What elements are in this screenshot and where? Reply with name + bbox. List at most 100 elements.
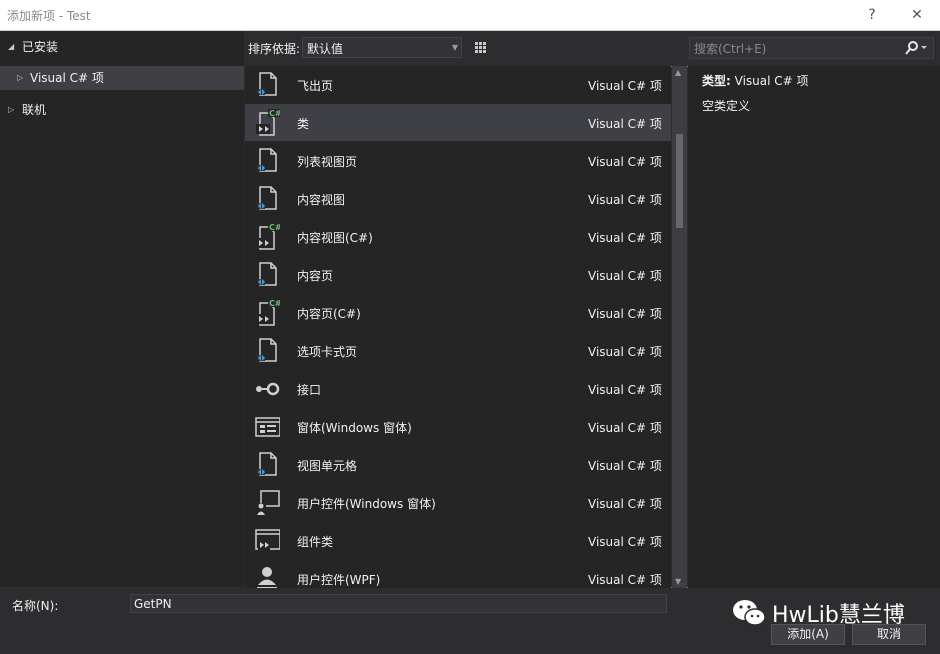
csharp-class-icon: C# xyxy=(254,109,282,137)
type-value: Visual C# 项 xyxy=(734,74,809,88)
grid-view-icon xyxy=(475,42,486,53)
item-name: 列表视图页 xyxy=(297,155,358,169)
list-item[interactable]: 飞出页 Visual C# 项 xyxy=(245,66,671,103)
add-button[interactable]: 添加(A) xyxy=(771,624,845,645)
user-control-wpf-icon xyxy=(254,565,280,588)
item-description: 空类定义 xyxy=(702,99,751,113)
item-category: Visual C# 项 xyxy=(588,383,662,397)
item-name: 视图单元格 xyxy=(297,459,358,473)
item-category: Visual C# 项 xyxy=(588,497,662,511)
tree-item-installed[interactable]: ◢ 已安装 xyxy=(0,35,244,59)
windows-form-icon xyxy=(254,413,281,441)
sort-dropdown[interactable]: 默认值 ▼ xyxy=(302,37,462,58)
item-category: Visual C# 项 xyxy=(588,269,662,283)
component-class-icon xyxy=(254,527,281,555)
interface-icon xyxy=(254,375,280,403)
tree-item-visual-csharp[interactable]: ▷ Visual C# 项 xyxy=(0,66,244,90)
item-name: 内容视图 xyxy=(297,193,346,207)
item-category: Visual C# 项 xyxy=(588,345,662,359)
item-category: Visual C# 项 xyxy=(588,421,662,435)
item-name: 用户控件(WPF) xyxy=(297,573,381,587)
item-name: 内容页(C#) xyxy=(297,307,361,321)
item-name: 内容页 xyxy=(297,269,334,283)
xaml-page-icon xyxy=(254,71,280,99)
list-item[interactable]: C# 内容页(C#) Visual C# 项 xyxy=(245,294,671,331)
item-category: Visual C# 项 xyxy=(588,459,662,473)
cancel-button[interactable]: 取消 xyxy=(852,624,926,645)
details-panel: 类型: Visual C# 项 空类定义 xyxy=(688,66,940,588)
list-item[interactable]: 组件类 Visual C# 项 xyxy=(245,522,671,559)
type-label: 类型: xyxy=(702,74,731,88)
item-category: Visual C# 项 xyxy=(588,117,662,131)
list-item[interactable]: 视图单元格 Visual C# 项 xyxy=(245,446,671,483)
csharp-class-icon: C# xyxy=(254,299,282,327)
search-box xyxy=(689,37,934,60)
item-name: 内容视图(C#) xyxy=(297,231,373,245)
type-line: 类型: Visual C# 项 xyxy=(702,72,809,89)
item-category: Visual C# 项 xyxy=(588,193,662,207)
search-input[interactable] xyxy=(690,38,906,60)
list-item[interactable]: 接口 Visual C# 项 xyxy=(245,370,671,407)
list-item[interactable]: 内容页 Visual C# 项 xyxy=(245,256,671,293)
search-icon xyxy=(905,41,927,55)
list-item[interactable]: 选项卡式页 Visual C# 项 xyxy=(245,332,671,369)
item-category: Visual C# 项 xyxy=(588,231,662,245)
search-button[interactable] xyxy=(903,39,929,57)
item-category: Visual C# 项 xyxy=(588,155,662,169)
grid-view-button[interactable] xyxy=(470,37,491,58)
title-bar: 添加新项 - Test ? ✕ xyxy=(0,0,940,31)
item-name: 类 xyxy=(297,117,310,131)
csharp-class-icon: C# xyxy=(254,223,282,251)
svg-text:C#: C# xyxy=(269,299,280,308)
tree-item-label: 已安装 xyxy=(22,40,59,54)
name-label: 名称(N): xyxy=(12,599,59,613)
user-control-icon xyxy=(254,489,280,517)
template-list: 飞出页Visual C# 项C#类Visual C# 项列表视图页Visual … xyxy=(245,66,671,588)
item-category: Visual C# 项 xyxy=(588,535,662,549)
list-item[interactable]: C# 内容视图(C#) Visual C# 项 xyxy=(245,218,671,255)
window-title: 添加新项 - Test xyxy=(7,9,91,23)
svg-text:C#: C# xyxy=(269,223,280,232)
item-name: 组件类 xyxy=(297,535,334,549)
name-input[interactable] xyxy=(130,594,667,613)
xaml-page-icon xyxy=(254,451,280,479)
item-name: 用户控件(Windows 窗体) xyxy=(297,497,436,511)
item-name: 窗体(Windows 窗体) xyxy=(297,421,412,435)
expanded-arrow-icon[interactable]: ◢ xyxy=(8,35,14,59)
list-item[interactable]: 用户控件(Windows 窗体) Visual C# 项 xyxy=(245,484,671,521)
item-category: Visual C# 项 xyxy=(588,573,662,587)
scrollbar-thumb[interactable] xyxy=(676,134,683,228)
list-item[interactable]: C# 类 Visual C# 项 xyxy=(245,104,671,141)
svg-text:C#: C# xyxy=(269,109,280,118)
scroll-up-arrow-icon[interactable]: ▲ xyxy=(675,68,681,77)
chevron-down-icon: ▼ xyxy=(451,43,458,52)
item-name: 选项卡式页 xyxy=(297,345,358,359)
scroll-down-arrow-icon[interactable]: ▼ xyxy=(675,577,681,586)
xaml-page-icon xyxy=(254,185,280,213)
wechat-logo-icon xyxy=(733,600,766,626)
tree-item-label: Visual C# 项 xyxy=(30,71,104,85)
bottom-bar: 名称(N): HwLib慧兰博 添加(A) 取消 xyxy=(0,588,940,654)
tree-item-online[interactable]: ▷ 联机 xyxy=(0,98,244,122)
xaml-page-icon xyxy=(254,261,280,289)
item-name: 接口 xyxy=(297,383,322,397)
template-tree: ◢ 已安装 ▷ Visual C# 项 ▷ 联机 xyxy=(0,31,244,587)
xaml-page-icon xyxy=(254,147,280,175)
list-item[interactable]: 用户控件(WPF) Visual C# 项 xyxy=(245,560,671,588)
list-item[interactable]: 列表视图页 Visual C# 项 xyxy=(245,142,671,179)
help-button[interactable]: ? xyxy=(857,3,887,27)
sort-value: 默认值 xyxy=(307,42,344,56)
list-item[interactable]: 内容视图 Visual C# 项 xyxy=(245,180,671,217)
xaml-page-icon xyxy=(254,337,280,365)
collapsed-arrow-icon[interactable]: ▷ xyxy=(8,98,14,122)
list-scrollbar[interactable]: ▲ ▼ xyxy=(672,66,687,588)
item-category: Visual C# 项 xyxy=(588,79,662,93)
item-category: Visual C# 项 xyxy=(588,307,662,321)
close-button[interactable]: ✕ xyxy=(902,3,932,27)
item-name: 飞出页 xyxy=(297,79,334,93)
tree-item-label: 联机 xyxy=(22,103,47,117)
watermark: HwLib慧兰博 xyxy=(730,596,905,630)
collapsed-arrow-icon[interactable]: ▷ xyxy=(17,66,23,90)
sort-label: 排序依据: xyxy=(248,42,301,56)
list-item[interactable]: 窗体(Windows 窗体) Visual C# 项 xyxy=(245,408,671,445)
